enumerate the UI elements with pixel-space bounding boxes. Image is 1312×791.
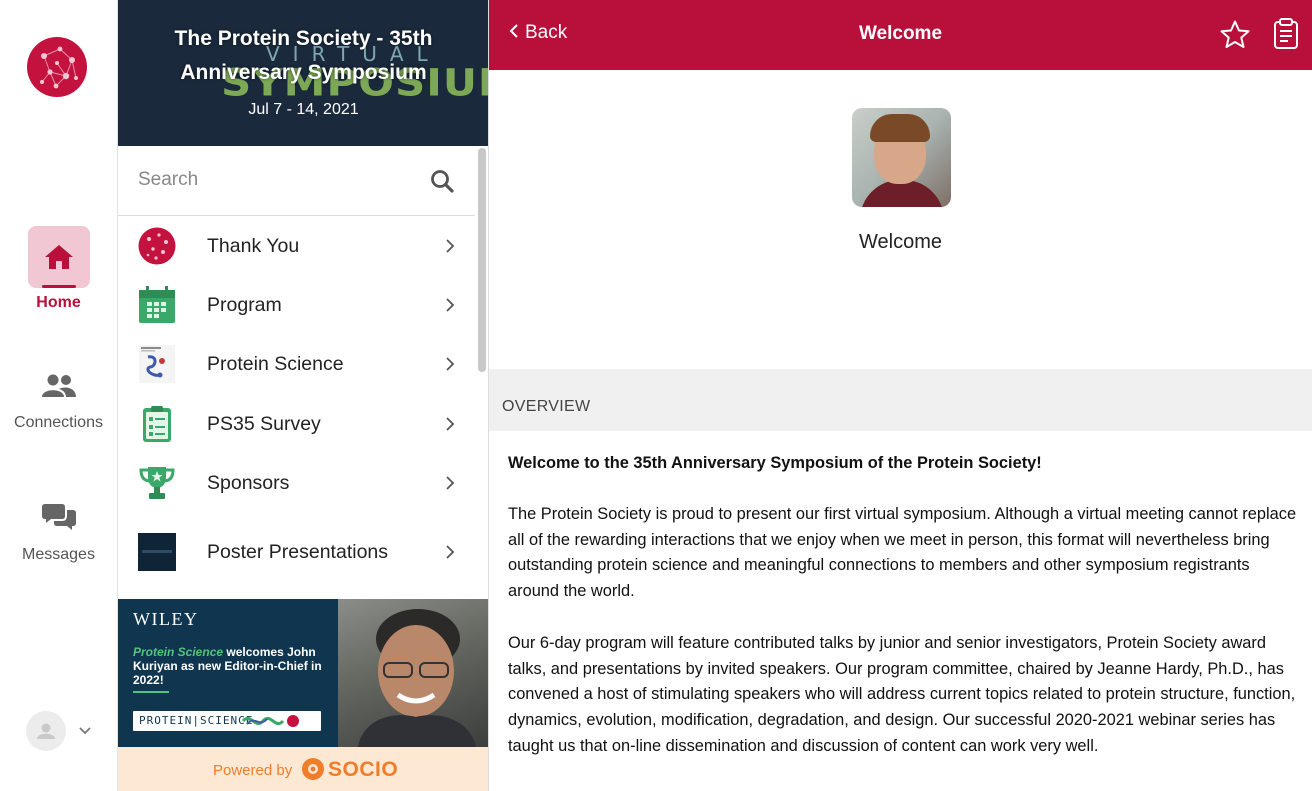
society-logo-icon — [138, 227, 176, 265]
rail-home[interactable]: Home — [0, 226, 117, 312]
photo-shirt — [860, 180, 944, 207]
ad-brand: WILEY — [133, 609, 199, 629]
search-icon[interactable] — [430, 169, 454, 193]
ad-strip-text: PROTEIN|SCIENCE — [139, 714, 254, 727]
portrait-image — [358, 609, 476, 747]
menu-item-label: Sponsors — [207, 471, 290, 494]
sponsor-ad-banner[interactable]: WILEY Protein Science welcomes John Kuri… — [118, 599, 488, 747]
left-rail: Home Connections Messages — [0, 0, 118, 791]
chevron-left-icon — [509, 24, 518, 38]
avatar — [26, 711, 66, 751]
detail-view: Back Welcome Welcome OVERVIEW Welcome to… — [489, 0, 1312, 791]
ad-portrait-photo — [338, 599, 488, 747]
photo-hair — [870, 114, 930, 142]
page-title: Welcome — [858, 23, 943, 44]
ad-rule — [133, 691, 169, 693]
welcome-photo — [852, 108, 951, 207]
calendar-icon — [139, 285, 175, 323]
menu-item-program[interactable]: Program — [118, 275, 475, 334]
event-banner: VIRTUAL SYMPOSIUM The Protein Society - … — [118, 0, 488, 146]
menu-item-label: Thank You — [207, 234, 300, 257]
menu-item-label: Program — [207, 293, 282, 316]
socio-brand: SOCIO — [328, 758, 399, 781]
overview-paragraph-2: Our 6-day program will feature contribut… — [508, 633, 1296, 755]
rail-connections-label: Connections — [14, 414, 103, 431]
trophy-icon — [139, 466, 175, 499]
society-logo-icon[interactable] — [26, 36, 88, 98]
rail-connections[interactable]: Connections — [0, 364, 117, 432]
section-header: OVERVIEW — [489, 369, 1312, 431]
rail-connections-iconbox — [28, 364, 90, 408]
socio-logo-icon — [302, 758, 324, 780]
top-bar: Back Welcome — [489, 0, 1312, 70]
event-dates: Jul 7 - 14, 2021 — [248, 101, 359, 118]
rail-messages[interactable]: Messages — [0, 494, 117, 564]
chevron-right-icon — [446, 476, 455, 490]
protein-ribbon-icon — [241, 715, 299, 727]
overview-paragraph-1: The Protein Society is proud to present … — [508, 504, 1297, 601]
star-icon[interactable] — [1219, 19, 1251, 51]
menu-item-thank-you[interactable]: Thank You — [118, 216, 475, 275]
chevron-right-icon — [446, 416, 455, 431]
menu-scrollbar[interactable] — [478, 148, 486, 372]
back-button[interactable]: Back — [509, 22, 567, 44]
menu-item-ps35-survey[interactable]: PS35 Survey — [118, 394, 475, 453]
menu-item-label: Poster Presentations — [207, 541, 389, 564]
menu-list: Thank You Program Protein Science PS35 S… — [118, 216, 475, 592]
back-label: Back — [525, 22, 568, 43]
clipboard-icon — [143, 405, 171, 442]
powered-by-label: Powered by — [213, 762, 293, 779]
poster-icon — [138, 533, 176, 572]
ad-text: Protein Science welcomes John Kuriyan as… — [133, 645, 338, 687]
journal-cover-icon — [139, 345, 175, 384]
menu-item-protein-science[interactable]: Protein Science — [118, 335, 475, 394]
chevron-right-icon — [446, 357, 455, 371]
menu-panel: VIRTUAL SYMPOSIUM The Protein Society - … — [118, 0, 489, 791]
chevron-right-icon — [446, 545, 455, 560]
menu-item-label: Protein Science — [207, 353, 344, 376]
home-icon — [44, 245, 73, 269]
chevron-right-icon — [446, 239, 455, 253]
chevron-down-icon — [79, 727, 91, 735]
search-input[interactable] — [118, 146, 418, 214]
rail-messages-label: Messages — [22, 546, 95, 563]
rail-home-label: Home — [36, 294, 81, 311]
menu-item-poster-presentations[interactable]: Poster Presentations — [118, 512, 475, 592]
profile-label: Welcome — [859, 231, 942, 253]
rail-home-highlight — [27, 226, 90, 288]
overview-lead: Welcome to the 35th Anniversary Symposiu… — [508, 454, 1042, 472]
ad-highlight: Protein Science — [133, 645, 224, 659]
section-title: OVERVIEW — [502, 398, 591, 415]
chat-icon — [41, 504, 76, 530]
powered-by-footer[interactable]: Powered by SOCIO — [118, 747, 488, 791]
chevron-right-icon — [446, 298, 455, 312]
menu-item-label: PS35 Survey — [207, 412, 321, 435]
search-bar — [118, 146, 475, 216]
user-menu[interactable] — [26, 711, 100, 751]
ad-journal-strip: PROTEIN|SCIENCE — [133, 711, 321, 731]
people-icon — [41, 374, 76, 397]
menu-item-sponsors[interactable]: Sponsors — [118, 453, 475, 512]
user-icon — [37, 723, 55, 739]
notes-icon[interactable] — [1273, 18, 1299, 50]
rail-messages-iconbox — [28, 494, 90, 540]
overview-body: Welcome to the 35th Anniversary Symposiu… — [508, 451, 1298, 786]
event-title: The Protein Society - 35th Anniversary S… — [174, 27, 433, 84]
